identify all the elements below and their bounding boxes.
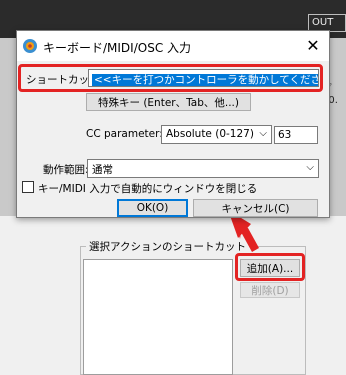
cc-parameter-label: CC parameter: — [86, 128, 163, 140]
auto-close-checkbox[interactable] — [22, 181, 34, 193]
shortcut-highlight — [18, 64, 323, 92]
cancel-button[interactable]: キャンセル(C) — [193, 199, 318, 217]
special-key-button[interactable]: 特殊キー (Enter、Tab、他...) — [86, 93, 251, 111]
keyboard-midi-dialog: キーボード/MIDI/OSC 入力 ✕ ショートカット: <<キーを打つかコント… — [16, 30, 330, 218]
auto-close-label: キー/MIDI 入力で自動的にウィンドウを閉じる — [38, 183, 258, 195]
behavior-select[interactable]: 通常 ⌵ — [87, 159, 319, 178]
cc-parameter-select-value: Absolute (0-127) — [166, 128, 254, 140]
close-icon[interactable]: ✕ — [303, 35, 323, 55]
cc-parameter-select[interactable]: Absolute (0-127) ⌵ — [161, 125, 272, 144]
dialog-title: キーボード/MIDI/OSC 入力 — [43, 41, 192, 55]
shortcut-group-label: 選択アクションのショートカット — [86, 239, 249, 254]
cc-value-input[interactable]: 63 — [274, 126, 318, 144]
shortcut-list[interactable] — [83, 259, 233, 375]
reaper-logo-icon — [23, 39, 37, 53]
chevron-down-icon: ⌵ — [306, 162, 314, 173]
chevron-down-icon: ⌵ — [259, 128, 267, 139]
ok-button[interactable]: OK(O) — [117, 199, 188, 217]
behavior-label: 動作範囲: — [43, 164, 89, 176]
add-button-highlight — [235, 253, 305, 281]
behavior-select-value: 通常 — [92, 164, 113, 176]
delete-shortcut-button[interactable]: 削除(D) — [240, 282, 300, 298]
